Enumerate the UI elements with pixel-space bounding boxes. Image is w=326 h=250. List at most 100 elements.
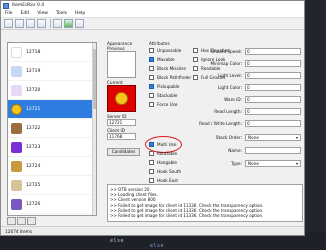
stack-order-select[interactable]: None [245,134,301,141]
menu-edit[interactable]: Edit [21,11,30,16]
checkbox-box [149,169,154,174]
read-write-length-field[interactable]: 0 [245,120,301,127]
run-icon[interactable] [64,19,73,28]
readable-checkbox[interactable]: Readable [193,66,221,71]
block-missiles-checkbox[interactable]: Block Missiles [149,66,186,71]
toolbar [1,18,304,30]
checkbox-label: Force Use [157,102,178,107]
unpassable-checkbox[interactable]: Unpassable [149,48,181,53]
save-as-icon[interactable] [37,19,46,28]
block-pathfinder-checkbox[interactable]: Block Pathfinder [149,75,191,80]
list-item[interactable]: 12719 [8,62,96,81]
checkbox-box [149,57,154,62]
item-id: 12723 [26,144,41,150]
menu-help[interactable]: Help [75,11,85,16]
ware-id-field[interactable]: 0 [245,96,301,103]
checkbox-label: Movable [157,57,175,62]
log-line: >> Failed to get image for client id 113… [110,213,264,219]
background-code-text: else [110,238,125,244]
checkbox-box [149,160,154,165]
previous-sprite-box [107,51,136,78]
hook-east-checkbox[interactable]: Hook East [149,178,178,183]
item-thumbnail [11,179,22,191]
item-id: 12721 [26,106,41,112]
type-select[interactable]: None [245,160,301,167]
light-level-field[interactable]: 0 [245,72,301,79]
read-length-field[interactable]: 0 [245,108,301,115]
read-write-length-label: Read / Write Length: [199,121,242,126]
light-color-field[interactable]: 0 [245,84,301,91]
hook-south-checkbox[interactable]: Hook South [149,169,181,174]
name-field[interactable] [245,147,301,154]
toolbar-separator [50,19,51,28]
item-id: 12725 [26,182,41,188]
find-item-icon[interactable] [27,217,36,225]
list-buttons [7,217,37,225]
scrollbar-thumb[interactable] [93,49,96,109]
item-id: 12720 [26,87,41,93]
stack-order-label: Stack Order: [215,135,242,140]
minimap-color-label: Minimap Color: [210,61,243,66]
menu-file[interactable]: File [5,11,13,16]
checkbox-label: Stackable [157,93,178,98]
server-id-field[interactable]: 12721 [107,119,136,126]
list-item[interactable]: 12726 [8,195,96,214]
desktop-background-right [305,0,326,250]
ground-speed-field[interactable]: 0 [245,48,301,55]
item-thumbnail [11,198,22,210]
list-item[interactable]: 12723 [8,138,96,157]
new-file-icon[interactable] [4,19,13,28]
client-id-field[interactable]: 11768 [107,133,136,140]
checkbox-label: Unpassable [157,48,182,53]
pickupable-checkbox[interactable]: Pickupable [149,84,179,89]
item-id: 12718 [26,49,41,55]
attributes-title: Attributes [149,41,170,46]
duplicate-item-icon[interactable] [17,217,26,225]
checkbox-box [149,93,154,98]
title-bar: ItemEditor 0.4 [1,1,304,10]
force-use-checkbox[interactable]: Force Use [149,102,177,107]
output-log[interactable]: >> OTB version 20. >> Loading client fil… [107,184,303,222]
light-level-label: Light Level: [217,73,242,78]
item-thumbnail [11,65,22,77]
name-label: Name: [228,148,242,153]
app-icon [3,2,9,9]
compare-icon[interactable] [53,19,62,28]
checkbox-box [149,75,154,80]
item-thumbnail [11,122,22,134]
status-bar: 12074 Items [1,226,304,235]
item-thumbnail [11,141,22,153]
list-item[interactable]: 12720 [8,81,96,100]
minimap-color-field[interactable]: 0 [245,60,301,67]
item-id: 12726 [26,201,41,207]
list-scrollbar[interactable] [92,43,96,215]
read-length-label: Read Length: [214,109,242,114]
menu-view[interactable]: View [37,11,48,16]
list-item[interactable]: 12725 [8,176,96,195]
settings-icon[interactable] [75,19,84,28]
checkbox-label: Readable [201,66,221,71]
checkbox-label: Block Missiles [157,66,186,71]
current-sprite-box [107,85,136,112]
checkbox-label: Hook East [157,178,179,183]
open-folder-icon[interactable] [15,19,24,28]
menu-bar: File Edit View Tools Help [1,10,304,18]
rotatable-checkbox[interactable]: Rotatable [149,151,177,156]
hangable-checkbox[interactable]: Hangable [149,160,177,165]
menu-tools[interactable]: Tools [56,11,67,16]
checkbox-label: Pickupable [157,84,180,89]
stackable-checkbox[interactable]: Stackable [149,93,177,98]
save-icon[interactable] [26,19,35,28]
list-item[interactable]: 12722 [8,119,96,138]
item-id: 12722 [26,125,41,131]
list-item[interactable]: 12724 [8,157,96,176]
light-color-label: Light Color: [217,85,242,90]
checkbox-box [193,66,198,71]
item-list[interactable]: 12718 12719 12720 12721 12722 12723 1272… [7,42,97,216]
add-item-icon[interactable] [7,217,16,225]
checkbox-box [149,84,154,89]
candidates-button[interactable]: Candidates [107,148,140,156]
list-item[interactable]: 12718 [8,43,96,62]
movable-checkbox[interactable]: Movable [149,57,175,62]
list-item-selected[interactable]: 12721 [8,100,96,119]
